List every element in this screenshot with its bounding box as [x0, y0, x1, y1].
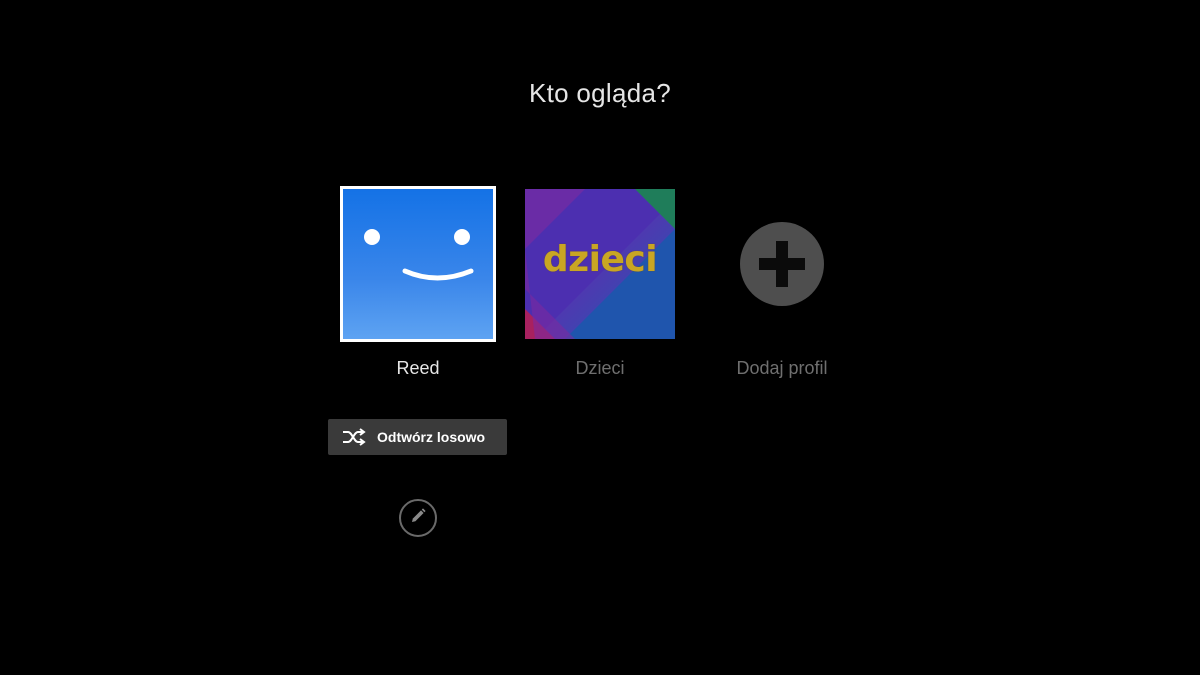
- profile-name: Dzieci: [575, 358, 625, 378]
- shuffle-label: Odtwórz losowo: [377, 429, 486, 445]
- kids-avatar[interactable]: dzieci: [525, 189, 675, 339]
- add-profile[interactable]: Dodaj profil: [704, 186, 860, 378]
- profile-selection-screen: Kto ogląda? Reed dzieci Dzieci Dodaj pro…: [0, 0, 1200, 675]
- kids-avatar-text: dzieci: [542, 239, 658, 280]
- page-title: Kto ogląda?: [528, 78, 672, 108]
- smiley-face-icon[interactable]: [340, 186, 496, 342]
- profile-reed[interactable]: Reed: [340, 186, 496, 378]
- shuffle-icon: [342, 427, 366, 447]
- profile-name: Dodaj profil: [736, 358, 828, 378]
- pencil-icon: [409, 507, 427, 530]
- shuffle-play-button[interactable]: Odtwórz losowo: [328, 419, 507, 455]
- edit-profile-button[interactable]: [399, 499, 437, 537]
- profile-name: Reed: [396, 358, 440, 378]
- profile-dzieci[interactable]: dzieci Dzieci: [522, 186, 678, 378]
- plus-circle-icon[interactable]: [707, 189, 857, 339]
